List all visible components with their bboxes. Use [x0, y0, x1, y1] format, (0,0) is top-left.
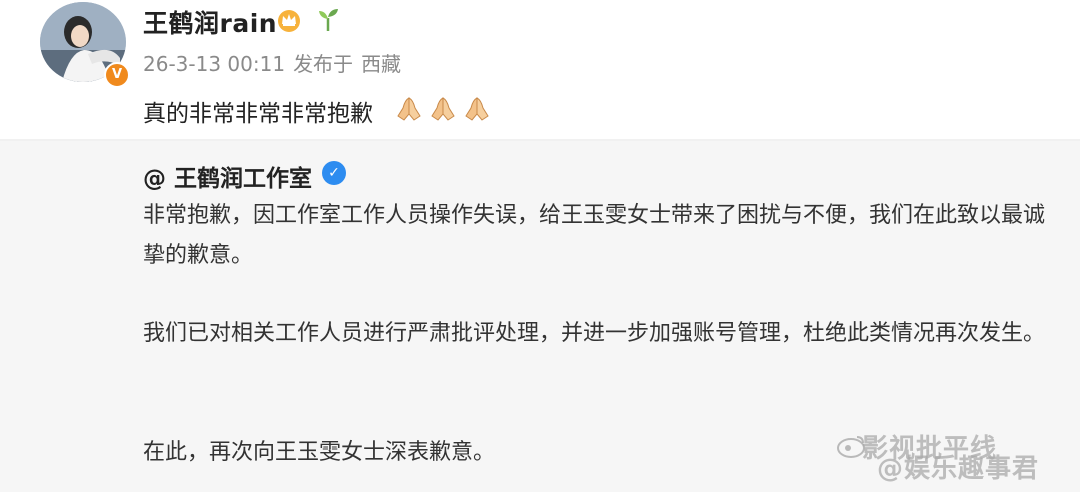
quoted-post[interactable]: @ 王鹤润工作室 ✓ 非常抱歉，因工作室工作人员操作失误，给王玉雯女士带来了困扰… — [0, 141, 1080, 492]
timestamp[interactable]: 26-3-13 00:11 — [143, 52, 285, 76]
quoted-paragraph-2: 我们已对相关工作人员进行严肃批评处理，并进一步加强账号管理，杜绝此类情况再次发生… — [143, 321, 1046, 346]
quoted-paragraph-1: 非常抱歉，因工作室工作人员操作失误，给王玉雯女士带来了困扰与不便，我们在此致以最… — [143, 203, 1046, 268]
username[interactable]: 王鹤润rain — [143, 4, 277, 40]
verified-check-icon: ✓ — [322, 161, 346, 185]
location: 西藏 — [361, 52, 402, 76]
quoted-author[interactable]: @ 王鹤润工作室 — [143, 159, 312, 193]
praying-hands-icon — [397, 97, 421, 121]
weibo-post-screenshot: V 王鹤润rain 26-3-13 00:11 发布于 西藏 真的非常非常非常抱歉 … — [0, 0, 1080, 492]
crown-icon[interactable] — [276, 8, 302, 32]
post-meta: 26-3-13 00:11 发布于 西藏 — [143, 48, 409, 77]
published-at-label: 发布于 — [293, 52, 354, 76]
verified-badge: V — [104, 62, 130, 88]
post-text: 真的非常非常非常抱歉 — [143, 101, 373, 127]
sprout-icon[interactable] — [316, 6, 340, 32]
emoji-row — [394, 94, 492, 124]
praying-hands-icon — [465, 97, 489, 121]
watermark-line-2: @娱乐趣事君 — [877, 454, 1040, 484]
praying-hands-icon — [431, 97, 455, 121]
